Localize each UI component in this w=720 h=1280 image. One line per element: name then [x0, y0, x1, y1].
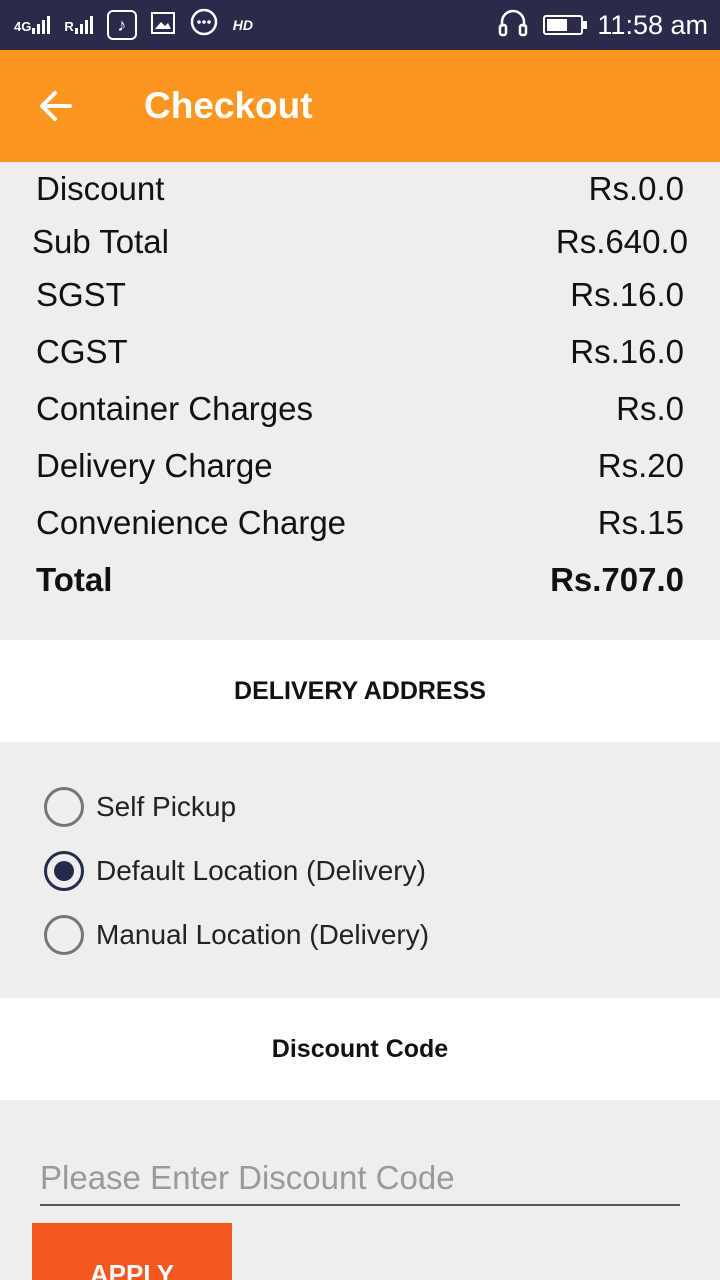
order-summary: Discount Rs.0.0 Sub Total Rs.640.0 SGST … — [0, 162, 720, 640]
battery-icon — [543, 15, 588, 35]
summary-value: Rs.15 — [597, 504, 684, 541]
summary-label: Discount — [36, 170, 165, 207]
summary-value: Rs.0 — [616, 390, 684, 427]
summary-label: CGST — [36, 333, 128, 370]
summary-value: Rs.20 — [597, 447, 684, 484]
total-value: Rs.707.0 — [550, 561, 684, 598]
summary-value: Rs.0.0 — [588, 170, 684, 207]
summary-row-subtotal: Sub Total Rs.640.0 — [32, 223, 688, 263]
radio-button[interactable] — [44, 787, 84, 827]
summary-row-discount: Discount Rs.0.0 — [36, 170, 684, 210]
discount-code-input[interactable] — [40, 1152, 680, 1206]
summary-row-sgst: SGST Rs.16.0 — [36, 276, 684, 316]
summary-value: Rs.16.0 — [570, 333, 684, 370]
summary-label: Sub Total — [32, 223, 169, 260]
summary-row-convenience-charge: Convenience Charge Rs.15 — [36, 504, 684, 544]
gallery-icon — [150, 11, 175, 39]
radio-label: Default Location (Delivery) — [96, 855, 426, 886]
page-title: Checkout — [144, 85, 313, 126]
radio-option-manual-location[interactable]: Manual Location (Delivery) — [44, 915, 429, 955]
apply-button[interactable]: APPLY — [32, 1223, 232, 1280]
summary-value: Rs.16.0 — [570, 276, 684, 313]
discount-code-area: APPLY — [0, 1100, 720, 1280]
message-icon — [189, 8, 219, 43]
summary-label: Container Charges — [36, 390, 313, 427]
status-time: 11:58 am — [597, 9, 708, 40]
delivery-address-heading: DELIVERY ADDRESS — [0, 640, 720, 742]
summary-row-cgst: CGST Rs.16.0 — [36, 333, 684, 373]
summary-label: Convenience Charge — [36, 504, 347, 541]
signal-icon-sim1: 4G — [14, 16, 51, 34]
signal-icon-sim2: R — [64, 16, 93, 34]
saavn-icon: ♪ — [106, 10, 137, 40]
summary-row-total: Total Rs.707.0 — [36, 561, 684, 601]
radio-option-self-pickup[interactable]: Self Pickup — [44, 787, 236, 827]
app-bar: Checkout — [0, 50, 720, 162]
summary-row-container-charges: Container Charges Rs.0 — [36, 390, 684, 430]
summary-row-delivery-charge: Delivery Charge Rs.20 — [36, 447, 684, 487]
status-bar-right: 11:58 am — [497, 0, 708, 50]
back-arrow-icon[interactable] — [36, 86, 76, 126]
delivery-options: Self Pickup Default Location (Delivery) … — [0, 742, 720, 998]
radio-label: Manual Location (Delivery) — [96, 919, 430, 950]
discount-code-heading: Discount Code — [0, 998, 720, 1100]
status-bar: 4G R ♪ HD 11:58 am — [0, 0, 720, 50]
headset-icon — [497, 7, 529, 44]
summary-value: Rs.640.0 — [555, 223, 688, 260]
roaming-label: R — [64, 19, 74, 34]
status-bar-left: 4G R ♪ HD — [14, 0, 253, 50]
radio-button-selected[interactable] — [44, 851, 84, 891]
summary-label: SGST — [36, 276, 126, 313]
radio-option-default-location[interactable]: Default Location (Delivery) — [44, 851, 426, 891]
total-label: Total — [36, 561, 113, 598]
radio-button[interactable] — [44, 915, 84, 955]
radio-label: Self Pickup — [96, 791, 237, 822]
network-type-label: 4G — [14, 19, 32, 34]
hd-voice-label: HD — [232, 17, 253, 33]
summary-label: Delivery Charge — [36, 447, 273, 484]
